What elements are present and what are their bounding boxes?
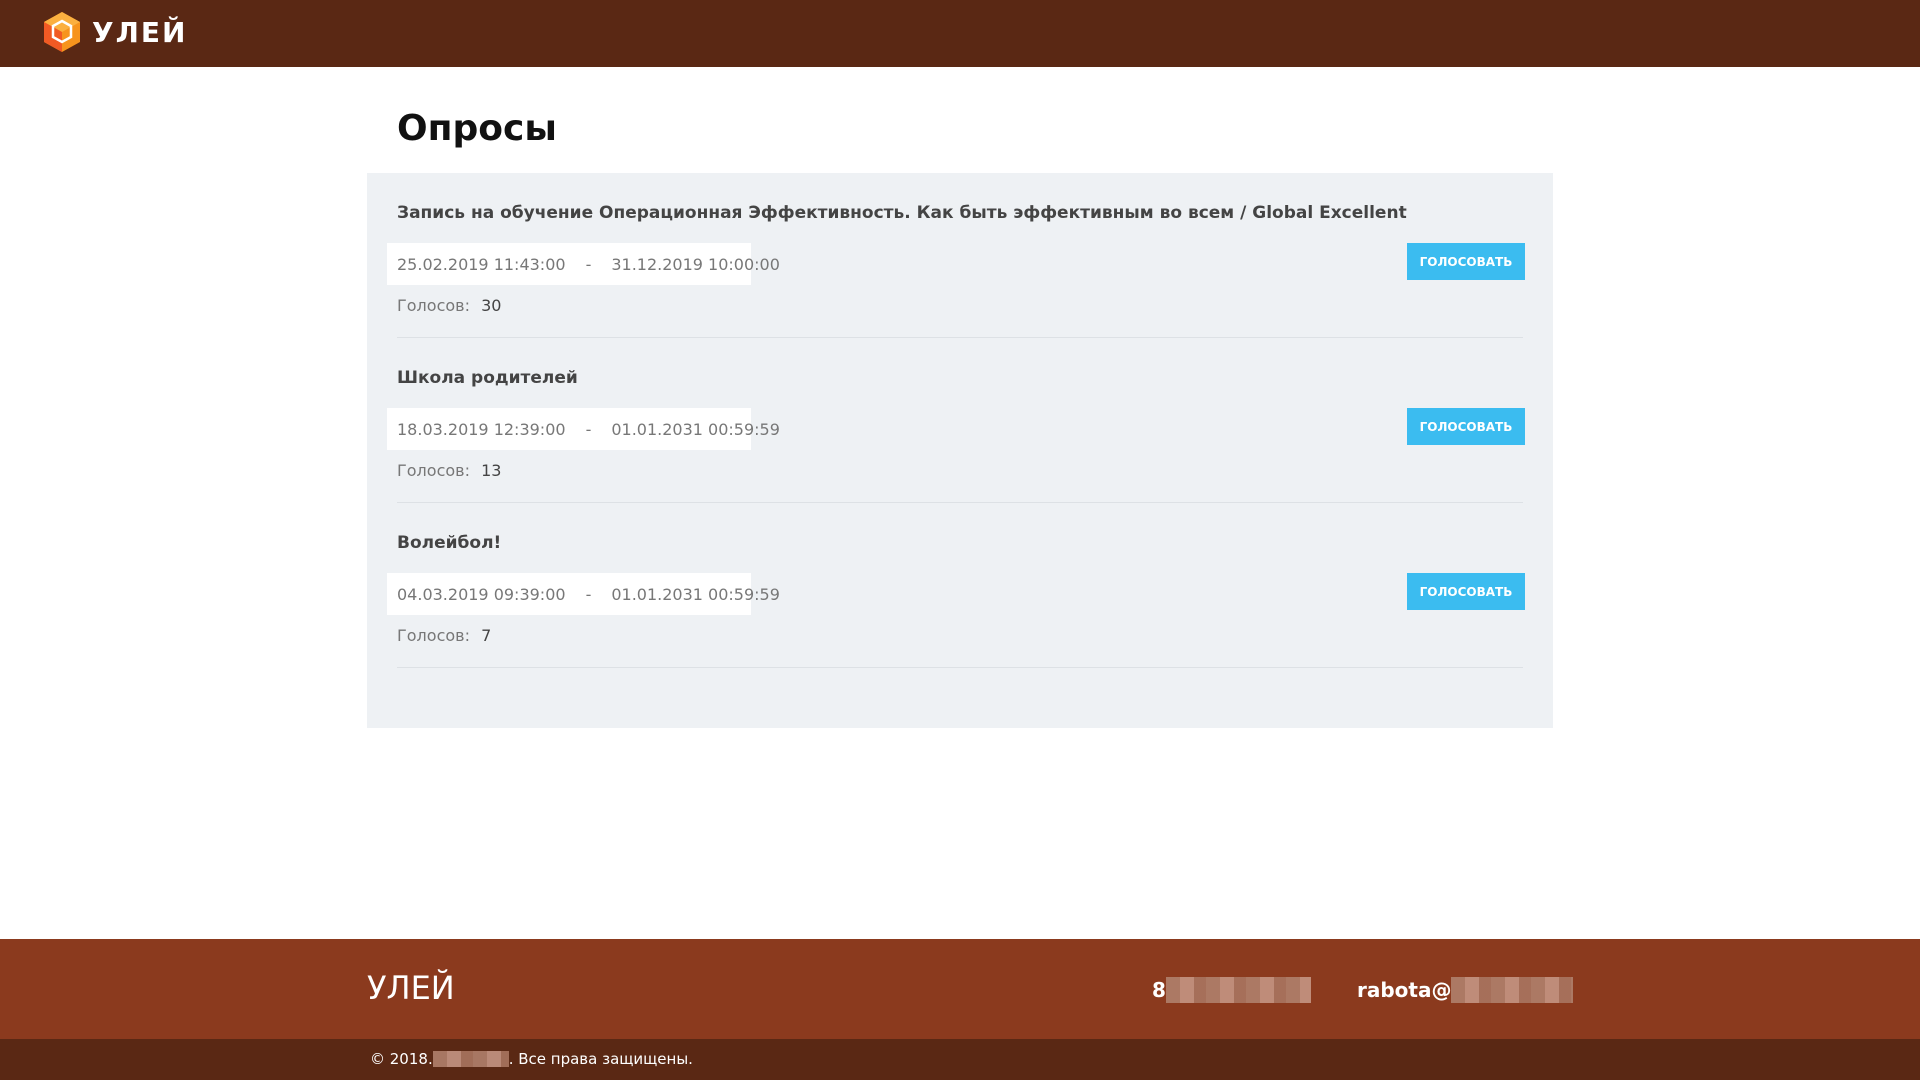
footer-brand: УЛЕЙ [367,969,455,1007]
footer-phone[interactable]: 8 [1152,977,1311,1003]
redacted-email-domain [1451,977,1574,1003]
poll-title: Волейбол! [397,533,502,553]
poll-item: Волейбол! 04.03.2019 09:39:00 - 01.01.20… [387,503,1525,668]
poll-item: Школа родителей 18.03.2019 12:39:00 - 01… [387,338,1525,503]
brand-logo[interactable]: УЛЕЙ [40,10,187,54]
copyright-text: © 2018. . Все права защищены. [370,1050,693,1068]
phone-prefix: 8 [1152,978,1166,1002]
poll-date-range: 04.03.2019 09:39:00 - 01.01.2031 00:59:5… [387,573,780,615]
poll-title: Запись на обучение Операционная Эффектив… [397,203,1407,223]
redacted-company-name [432,1051,509,1067]
poll-date-range: 18.03.2019 12:39:00 - 01.01.2031 00:59:5… [387,408,780,450]
poll-start-date: 04.03.2019 09:39:00 [397,584,566,604]
poll-end-date: 01.01.2031 00:59:59 [611,419,780,439]
footer-email[interactable]: rabota@ [1357,977,1574,1003]
poll-votes: Голосов: 30 [397,296,501,315]
poll-date-range: 25.02.2019 11:43:00 - 31.12.2019 10:00:0… [387,243,780,285]
poll-end-date: 31.12.2019 10:00:00 [611,254,780,274]
votes-count: 13 [481,461,502,480]
date-separator: - [585,584,592,604]
redacted-phone [1165,977,1311,1003]
votes-label: Голосов: [397,296,470,315]
poll-votes: Голосов: 7 [397,626,491,645]
copyright-prefix: © 2018. [370,1050,433,1068]
site-footer: УЛЕЙ 8 rabota@ [0,939,1920,1039]
votes-count: 7 [481,626,492,645]
hexagon-cube-logo-icon [44,12,80,52]
polls-panel: Запись на обучение Операционная Эффектив… [367,173,1553,728]
votes-count: 30 [481,296,502,315]
poll-start-date: 25.02.2019 11:43:00 [397,254,566,274]
poll-start-date: 18.03.2019 12:39:00 [397,419,566,439]
page-title: Опросы [397,108,557,149]
top-header: УЛЕЙ [0,0,1920,67]
votes-label: Голосов: [397,461,470,480]
copyright-suffix: . Все права защищены. [508,1050,693,1068]
vote-button[interactable]: Голосовать [1407,243,1525,280]
copyright-bar: © 2018. . Все права защищены. [0,1039,1920,1080]
vote-button[interactable]: Голосовать [1407,573,1525,610]
poll-end-date: 01.01.2031 00:59:59 [611,584,780,604]
brand-name: УЛЕЙ [92,15,188,49]
poll-votes: Голосов: 13 [397,461,501,480]
date-separator: - [585,419,592,439]
poll-item: Запись на обучение Операционная Эффектив… [387,173,1525,338]
email-prefix: rabota@ [1357,978,1452,1002]
poll-title: Школа родителей [397,368,578,388]
votes-label: Голосов: [397,626,470,645]
date-separator: - [585,254,592,274]
vote-button[interactable]: Голосовать [1407,408,1525,445]
